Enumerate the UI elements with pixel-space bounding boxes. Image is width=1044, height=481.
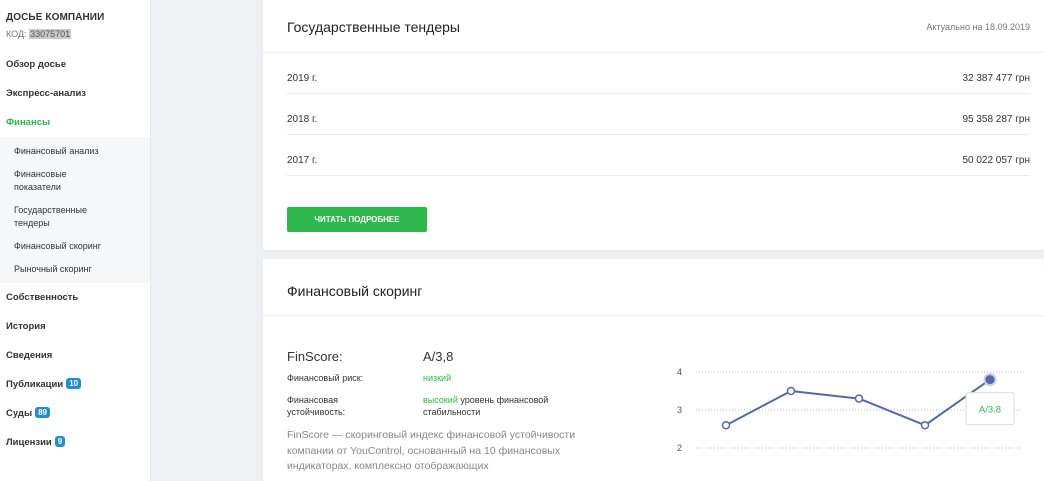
tender-amount: 50 022 057 грн bbox=[962, 155, 1030, 166]
finscore-description: FinScore — скоринговый индекс финансовой… bbox=[287, 429, 576, 472]
sidebar-nav: Обзор досье Экспресс-анализ Финансы Фина… bbox=[0, 50, 150, 457]
sidebar-item-label: Публикации bbox=[6, 379, 64, 390]
updated-date: Актуально на 18.09.2019 bbox=[926, 22, 1030, 32]
sidebar-item-ownership[interactable]: Собственность bbox=[0, 283, 150, 312]
tender-year: 2018 г. bbox=[287, 114, 318, 125]
finscore-row: FinScore: A/3,8 bbox=[287, 345, 587, 367]
sidebar-item-publications[interactable]: Публикации 10 bbox=[0, 370, 150, 399]
financial-stability-row: Финансовая устойчивость: высокий уровень… bbox=[287, 394, 587, 420]
card-header: Финансовый скоринг bbox=[263, 259, 1044, 316]
sidebar-item-courts[interactable]: Суды 89 bbox=[0, 399, 150, 428]
stability-text: уровень финансовой bbox=[457, 395, 549, 405]
financial-scoring-card: Финансовый скоринг FinScore: A/3,8 Финан… bbox=[263, 259, 1044, 481]
financial-risk-value: низкий bbox=[423, 373, 452, 383]
finscore-chart: 4 3 2 A/3.8 bbox=[677, 367, 1021, 453]
sidebar-subitem-market-scoring[interactable]: Рыночный скоринг bbox=[0, 258, 150, 281]
tender-amount: 32 387 477 грн bbox=[962, 73, 1030, 84]
company-code: КОД: 33075701 bbox=[6, 29, 144, 39]
company-code-value[interactable]: 33075701 bbox=[29, 29, 72, 39]
label-line: Финансовая bbox=[287, 395, 338, 405]
data-point[interactable] bbox=[920, 420, 930, 430]
sidebar: ДОСЬЕ КОМПАНИИ КОД: 33075701 Обзор досье… bbox=[0, 0, 151, 481]
y-tick-label: 3 bbox=[677, 405, 682, 415]
sidebar-item-licenses[interactable]: Лицензии 9 bbox=[0, 428, 150, 457]
read-more-button[interactable]: ЧИТАТЬ ПОДРОБНЕЕ bbox=[287, 207, 427, 232]
sidebar-subitem-financial-scoring[interactable]: Финансовый скоринг bbox=[0, 235, 150, 258]
data-point[interactable] bbox=[983, 373, 997, 387]
sidebar-item-finance[interactable]: Финансы bbox=[0, 108, 150, 137]
stability-level: высокий bbox=[423, 395, 458, 405]
card-title: Финансовый скоринг bbox=[287, 283, 423, 299]
financial-stability-label: Финансовая устойчивость: bbox=[287, 394, 407, 418]
financial-stability-value: высокий уровень финансовой стабильности bbox=[423, 394, 587, 418]
finscore-value: A/3,8 bbox=[423, 349, 454, 364]
sidebar-subitem-label: Государственные bbox=[14, 205, 87, 215]
tender-row: 2018 г. 95 358 287 грн bbox=[287, 94, 1030, 135]
sidebar-subitem-label: показатели bbox=[14, 182, 61, 192]
tender-row: 2017 г. 50 022 057 грн bbox=[287, 135, 1030, 176]
sidebar-item-label: Суды bbox=[6, 408, 33, 419]
y-tick-label: 4 bbox=[677, 367, 682, 377]
finscore-summary: FinScore: A/3,8 Финансовый риск: низкий … bbox=[287, 345, 587, 475]
tender-year: 2019 г. bbox=[287, 73, 318, 84]
sidebar-subitem-label: Финансовые bbox=[14, 169, 67, 179]
tender-year: 2017 г. bbox=[287, 155, 318, 166]
sidebar-subitem-financial-indicators[interactable]: Финансовые показатели bbox=[0, 163, 150, 199]
company-dossier-title: ДОСЬЕ КОМПАНИИ bbox=[6, 12, 105, 23]
finscore-label: FinScore: bbox=[287, 349, 343, 364]
count-badge: 9 bbox=[54, 436, 66, 447]
sidebar-item-express-analysis[interactable]: Экспресс-анализ bbox=[0, 79, 150, 108]
data-point[interactable] bbox=[854, 394, 864, 403]
tender-amount: 95 358 287 грн bbox=[962, 114, 1030, 125]
sidebar-subitem-label: тендеры bbox=[14, 218, 50, 228]
sidebar-item-label: Лицензии bbox=[6, 437, 52, 448]
stability-text: стабильности bbox=[423, 407, 481, 417]
count-badge: 10 bbox=[66, 378, 82, 389]
data-point[interactable] bbox=[786, 386, 796, 396]
sidebar-item-overview[interactable]: Обзор досье bbox=[0, 50, 150, 79]
point-tooltip-label: A/3.8 bbox=[979, 405, 1001, 416]
tender-row: 2019 г. 32 387 477 грн bbox=[287, 53, 1030, 94]
financial-risk-row: Финансовый риск: низкий bbox=[287, 372, 587, 392]
sidebar-subitem-state-tenders[interactable]: Государственные тендеры bbox=[0, 199, 150, 235]
sidebar-subitem-financial-analysis[interactable]: Финансовый анализ bbox=[0, 140, 150, 163]
sidebar-item-history[interactable]: История bbox=[0, 312, 150, 341]
card-header: Государственные тендеры Актуально на 18.… bbox=[263, 0, 1044, 53]
state-tenders-card: Государственные тендеры Актуально на 18.… bbox=[263, 0, 1044, 250]
financial-risk-label: Финансовый риск: bbox=[287, 373, 364, 383]
card-title: Государственные тендеры bbox=[287, 19, 460, 35]
data-point[interactable] bbox=[721, 420, 731, 430]
sidebar-item-details[interactable]: Сведения bbox=[0, 341, 150, 370]
finance-submenu: Финансовый анализ Финансовые показатели … bbox=[0, 137, 150, 283]
count-badge: 89 bbox=[35, 407, 50, 418]
company-code-label: КОД: bbox=[6, 29, 27, 39]
label-line: устойчивость: bbox=[287, 407, 346, 417]
y-tick-label: 2 bbox=[677, 443, 682, 453]
sidebar-header: ДОСЬЕ КОМПАНИИ КОД: 33075701 bbox=[0, 0, 150, 39]
